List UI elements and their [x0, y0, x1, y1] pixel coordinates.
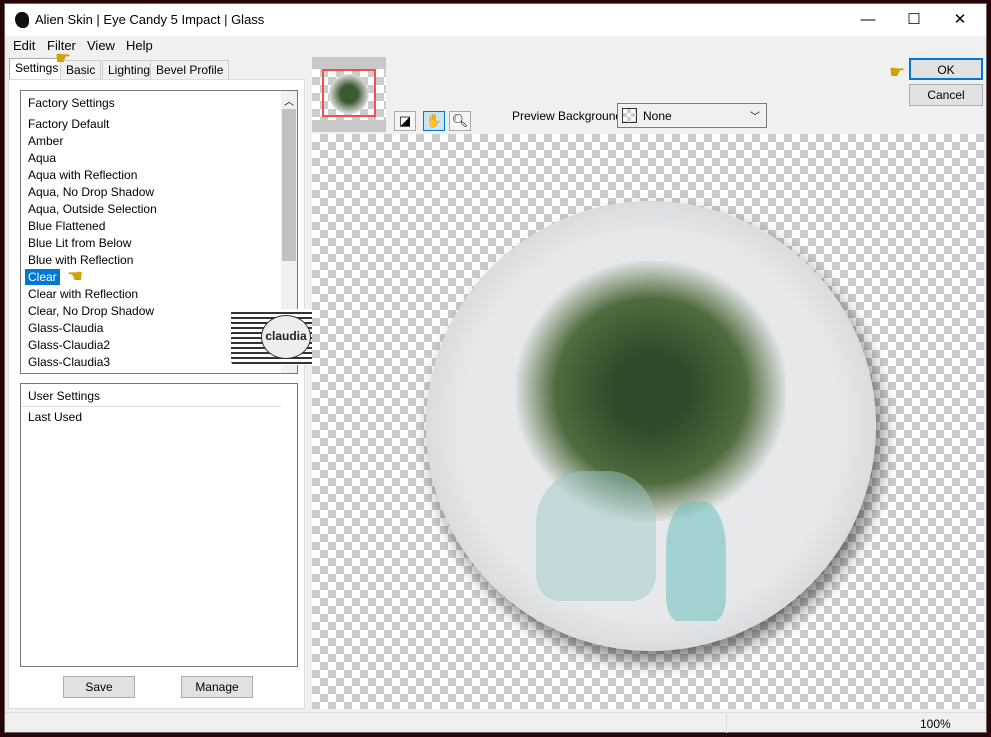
cancel-button[interactable]: Cancel — [909, 84, 983, 106]
factory-setting-item[interactable]: Glass-Claudia2 — [27, 337, 111, 353]
scroll-thumb[interactable] — [282, 109, 296, 261]
pointing-hand-icon: ☚ — [67, 266, 84, 286]
settings-panel: Factory Settings Factory Default Amber Aqu… — [8, 79, 345, 709]
factory-setting-item[interactable]: Clear, No Drop Shadow — [27, 303, 155, 319]
tab-lighting[interactable]: Lighting — [102, 60, 157, 80]
viewport-frame[interactable] — [322, 69, 376, 117]
user-setting-item[interactable]: Last Used — [27, 409, 83, 425]
save-button[interactable]: Save — [63, 676, 135, 698]
zoom-icon[interactable]: 🔍︎ — [449, 111, 471, 131]
factory-setting-item[interactable]: Clear — [25, 269, 60, 285]
status-bar: 100% — [5, 712, 986, 733]
scroll-up-icon[interactable]: ︿ — [284, 93, 294, 108]
factory-settings-header: Factory Settings — [28, 96, 115, 110]
factory-setting-item[interactable]: Blue Lit from Below — [27, 235, 132, 251]
window-title: Alien Skin | Eye Candy 5 Impact | Glass — [35, 12, 265, 27]
alien-skin-icon — [15, 12, 29, 28]
tab-bevel-profile[interactable]: Bevel Profile — [150, 60, 230, 80]
factory-setting-item[interactable]: Aqua — [27, 150, 57, 166]
preview-background-label: Preview Background: — [512, 109, 626, 123]
factory-setting-item[interactable]: Clear with Reflection — [27, 286, 139, 302]
user-settings-list[interactable]: User Settings Last Used — [20, 383, 298, 667]
eye-candy-window: Alien Skin | Eye Candy 5 Impact | Glass … — [4, 3, 987, 733]
preview-color-icon[interactable]: ◪ — [394, 111, 416, 131]
factory-setting-item[interactable]: Aqua, No Drop Shadow — [27, 184, 155, 200]
factory-setting-item[interactable]: Glass-Claudia — [27, 320, 104, 336]
minimize-button[interactable]: — — [845, 4, 891, 36]
factory-setting-item[interactable]: Aqua with Reflection — [27, 167, 138, 183]
manage-button[interactable]: Manage — [181, 676, 253, 698]
pointing-hand-icon: ☛ — [889, 62, 906, 82]
hand-icon[interactable]: ✋ — [423, 111, 445, 131]
factory-setting-item[interactable]: Glass-Claudia3 — [27, 354, 111, 370]
menu-help[interactable]: Help — [126, 38, 153, 53]
dropdown-value: None — [643, 109, 672, 123]
zoom-level: 100% — [920, 717, 951, 731]
factory-setting-item[interactable]: Blue Flattened — [27, 218, 106, 234]
factory-setting-item[interactable]: Amber — [27, 133, 64, 149]
factory-setting-item[interactable]: Factory Default — [27, 116, 110, 132]
menu-edit[interactable]: Edit — [13, 38, 35, 53]
factory-setting-item[interactable]: Aqua, Outside Selection — [27, 201, 158, 217]
title-bar: Alien Skin | Eye Candy 5 Impact | Glass … — [5, 4, 986, 36]
user-settings-header: User Settings — [28, 389, 101, 403]
maximize-button[interactable]: ☐ — [891, 4, 937, 36]
close-button[interactable]: ✕ — [937, 4, 983, 36]
menu-view[interactable]: View — [87, 38, 115, 53]
ok-button[interactable]: OK — [909, 58, 983, 80]
navigator-thumbnail[interactable] — [312, 57, 386, 132]
pointing-hand-icon: ☛ — [55, 48, 72, 68]
glass-effect-preview — [426, 201, 876, 651]
preview-canvas[interactable] — [312, 134, 984, 709]
vase-image — [536, 471, 656, 601]
chevron-down-icon: ﹀ — [750, 112, 760, 123]
preview-background-dropdown[interactable]: None ﹀ — [617, 103, 767, 128]
